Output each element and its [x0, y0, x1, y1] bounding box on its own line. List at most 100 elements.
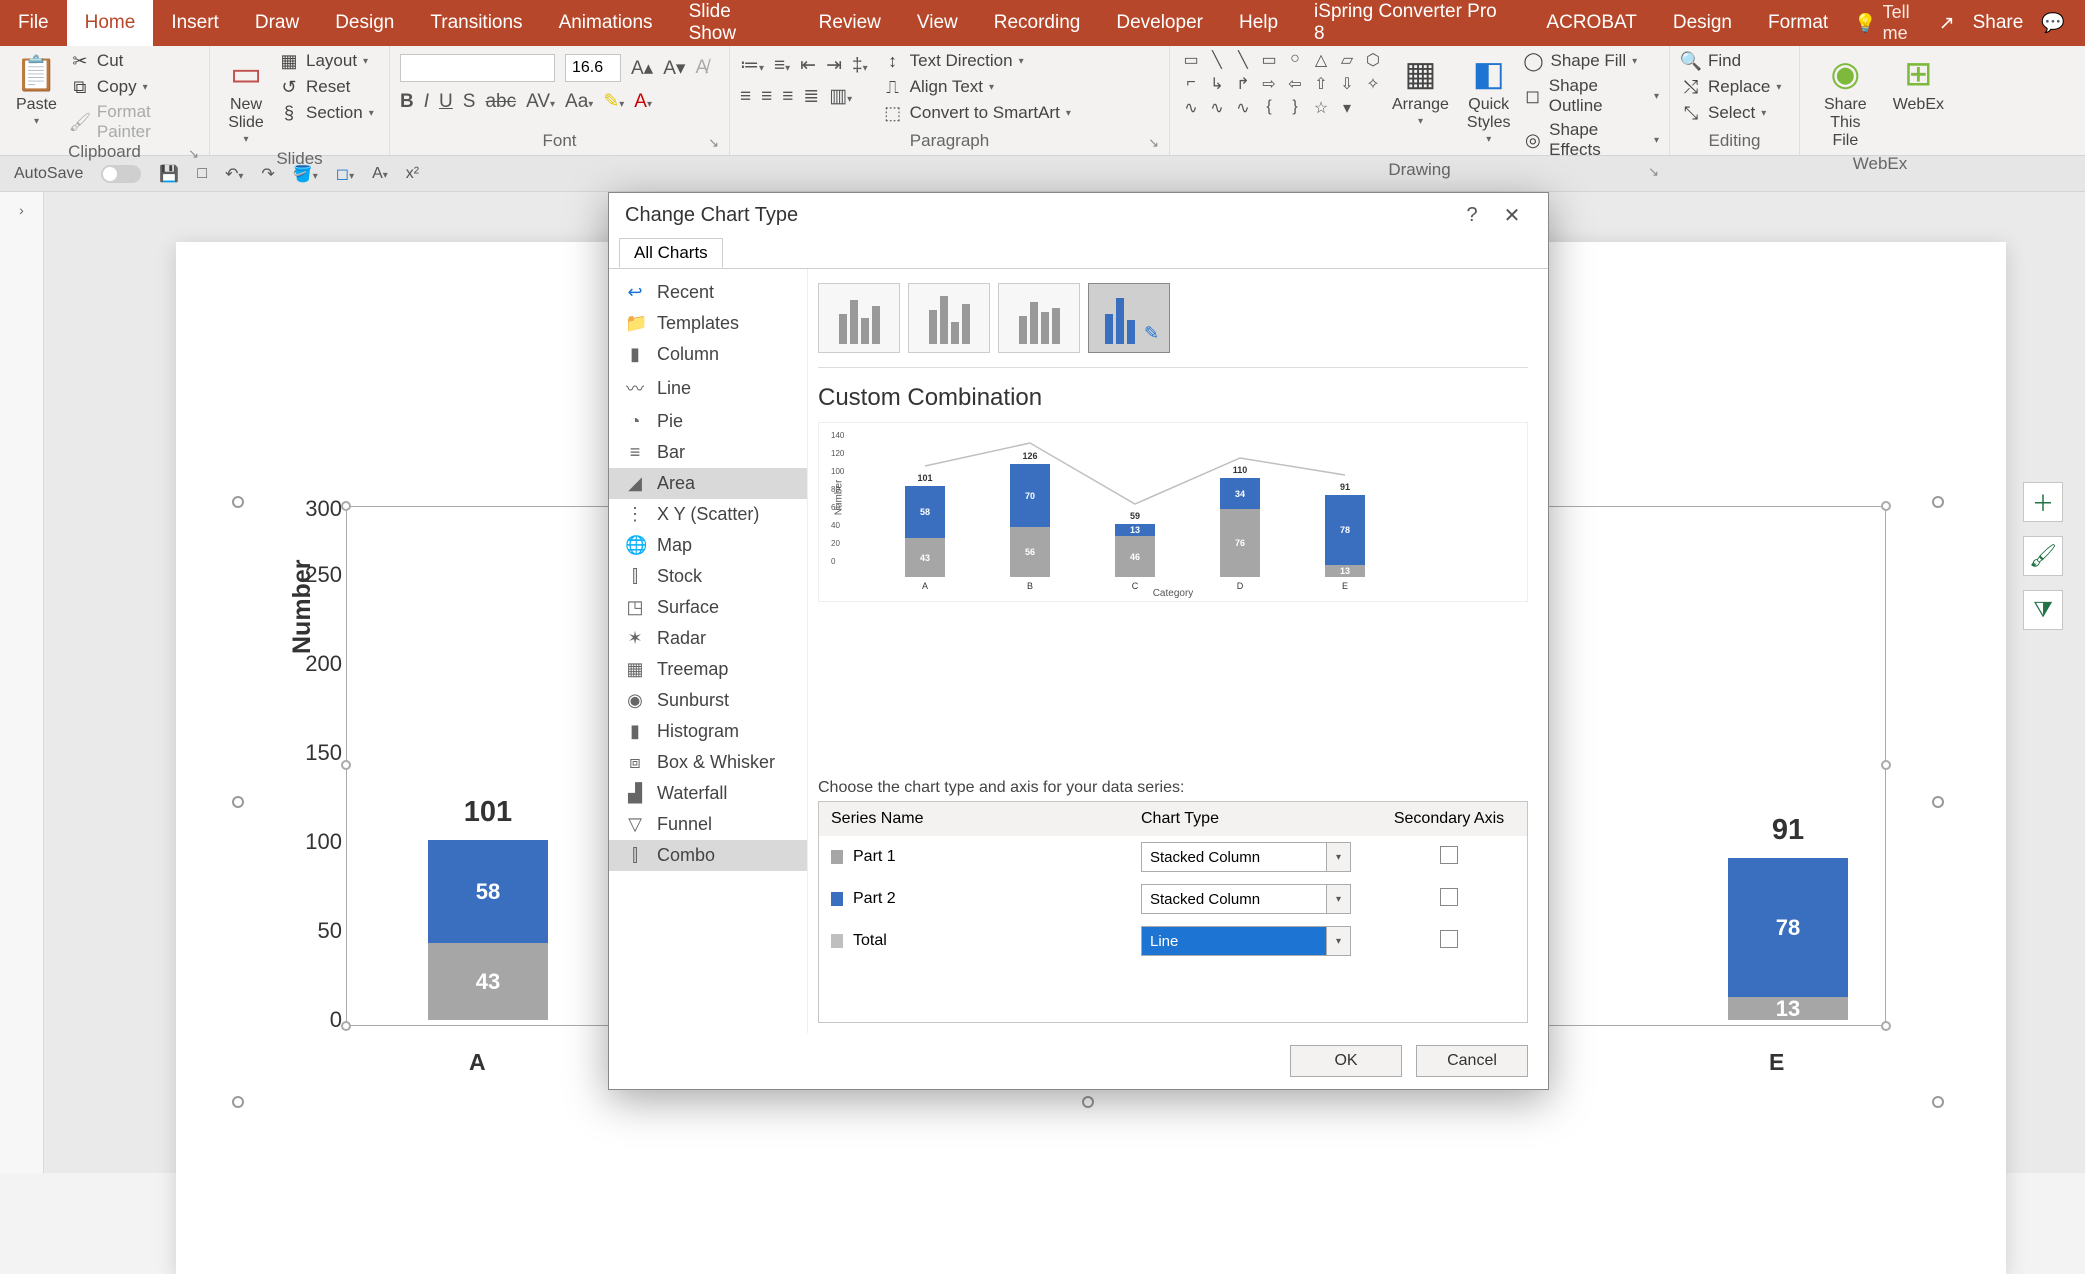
subtype-4-custom[interactable]: ✎	[1088, 283, 1170, 353]
cat-waterfall[interactable]: ▟Waterfall	[609, 778, 807, 809]
superscript-icon[interactable]: x²	[406, 165, 419, 183]
cancel-button[interactable]: Cancel	[1416, 1045, 1528, 1077]
tab-recording[interactable]: Recording	[976, 0, 1099, 46]
tab-developer[interactable]: Developer	[1098, 0, 1221, 46]
numbering-button[interactable]: ≡▾	[774, 55, 790, 77]
cat-histogram[interactable]: ▮Histogram	[609, 716, 807, 747]
new-slide-button[interactable]: ▭ New Slide▾	[220, 50, 272, 149]
quick-styles-button[interactable]: ◧Quick Styles▾	[1461, 50, 1517, 149]
series-secondary-checkbox-part1[interactable]	[1440, 846, 1458, 864]
series-secondary-checkbox-part2[interactable]	[1440, 888, 1458, 906]
tab-home[interactable]: Home	[67, 0, 154, 46]
cat-column[interactable]: ▮Column	[609, 339, 807, 370]
paste-button[interactable]: 📋 Paste▾	[10, 50, 63, 131]
share-this-file-button[interactable]: ◉Share This File	[1810, 50, 1881, 154]
font-size-input[interactable]	[565, 54, 621, 82]
plot-handle[interactable]	[341, 760, 351, 770]
cat-boxwhisker[interactable]: ⧈Box & Whisker	[609, 747, 807, 778]
format-painter-button[interactable]: 🖌Format Painter	[69, 102, 199, 142]
cat-scatter[interactable]: ⋮X Y (Scatter)	[609, 499, 807, 530]
layout-button[interactable]: ▦Layout▾	[278, 50, 374, 72]
comments-icon[interactable]: 💬	[2041, 11, 2065, 35]
shape-fill-button[interactable]: ◯Shape Fill▾	[1523, 50, 1660, 72]
shape-effects-button[interactable]: ◎Shape Effects▾	[1523, 120, 1660, 160]
line-spacing-button[interactable]: ‡▾	[852, 55, 868, 77]
resize-handle[interactable]	[232, 796, 244, 808]
tab-acrobat[interactable]: ACROBAT	[1528, 0, 1654, 46]
cat-funnel[interactable]: ▽Funnel	[609, 809, 807, 840]
series-charttype-combo-total[interactable]: Line▾	[1141, 926, 1351, 956]
plot-handle[interactable]	[1881, 501, 1891, 511]
shape-outline-button[interactable]: ◻Shape Outline▾	[1523, 76, 1660, 116]
subtype-3[interactable]	[998, 283, 1080, 353]
subtype-1[interactable]	[818, 283, 900, 353]
touch-mode-icon[interactable]: □	[197, 165, 207, 183]
chart-elements-button[interactable]: ＋	[2023, 482, 2063, 522]
cat-combo[interactable]: ⫿Combo	[609, 840, 807, 871]
share-button[interactable]: Share	[1973, 12, 2024, 34]
indent-increase-button[interactable]: ⇥	[826, 54, 842, 77]
cat-stock[interactable]: ⫿Stock	[609, 561, 807, 592]
tab-slideshow[interactable]: Slide Show	[671, 0, 801, 46]
cat-map[interactable]: 🌐Map	[609, 530, 807, 561]
cat-area[interactable]: ◢Area	[609, 468, 807, 499]
grow-font-icon[interactable]: A▴	[631, 57, 653, 80]
series-charttype-combo-part1[interactable]: Stacked Column▾	[1141, 842, 1351, 872]
clear-format-icon[interactable]: A̸	[695, 57, 708, 79]
font-name-input[interactable]	[400, 54, 555, 82]
font-color-button[interactable]: A▾	[634, 91, 652, 113]
dialog-close-button[interactable]: ✕	[1492, 203, 1532, 228]
dialog-tab-all-charts[interactable]: All Charts	[619, 238, 723, 268]
change-case-button[interactable]: Aa▾	[565, 91, 593, 113]
italic-button[interactable]: I	[424, 91, 429, 113]
section-button[interactable]: §Section▾	[278, 102, 374, 124]
align-center-button[interactable]: ≡	[761, 86, 772, 108]
resize-handle[interactable]	[232, 496, 244, 508]
tab-insert[interactable]: Insert	[153, 0, 237, 46]
series-charttype-combo-part2[interactable]: Stacked Column▾	[1141, 884, 1351, 914]
cat-recent[interactable]: ↩Recent	[609, 277, 807, 308]
shadow-button[interactable]: S	[463, 91, 476, 113]
plot-handle[interactable]	[1881, 760, 1891, 770]
thumbnails-expand-icon[interactable]: ›	[19, 202, 24, 218]
align-left-button[interactable]: ≡	[740, 86, 751, 108]
chart-styles-button[interactable]: 🖌	[2023, 536, 2063, 576]
strike-button[interactable]: abc	[485, 91, 516, 113]
chart-filters-button[interactable]: ⧩	[2023, 590, 2063, 630]
underline-button[interactable]: U	[439, 91, 453, 113]
text-direction-button[interactable]: ↕Text Direction▾	[882, 50, 1071, 72]
indent-decrease-button[interactable]: ⇤	[800, 54, 816, 77]
tab-file[interactable]: File	[0, 0, 67, 46]
bullets-button[interactable]: ≔▾	[740, 54, 764, 77]
webex-button[interactable]: ⊞WebEx	[1887, 50, 1950, 118]
tab-ispring[interactable]: iSpring Converter Pro 8	[1296, 0, 1528, 46]
resize-handle[interactable]	[232, 1096, 244, 1108]
select-button[interactable]: ⤡Select▾	[1680, 102, 1766, 124]
drawing-launcher[interactable]: ↘	[1648, 164, 1659, 180]
subtype-2[interactable]	[908, 283, 990, 353]
series-secondary-checkbox-total[interactable]	[1440, 930, 1458, 948]
highlight-button[interactable]: ✎▾	[603, 90, 624, 113]
tab-chart-format[interactable]: Format	[1750, 0, 1846, 46]
cat-surface[interactable]: ◳Surface	[609, 592, 807, 623]
tab-animations[interactable]: Animations	[541, 0, 671, 46]
cat-templates[interactable]: 📁Templates	[609, 308, 807, 339]
tab-review[interactable]: Review	[801, 0, 899, 46]
plot-handle[interactable]	[341, 501, 351, 511]
align-text-button[interactable]: ⎍Align Text▾	[882, 76, 1071, 98]
tab-design[interactable]: Design	[317, 0, 412, 46]
convert-smartart-button[interactable]: ⬚Convert to SmartArt▾	[882, 102, 1071, 124]
dialog-help-button[interactable]: ?	[1452, 204, 1492, 227]
font-launcher[interactable]: ↘	[708, 135, 719, 151]
cut-button[interactable]: ✂Cut	[69, 50, 199, 72]
autosave-toggle[interactable]	[101, 165, 141, 183]
clipboard-launcher[interactable]: ↘	[188, 146, 199, 162]
reset-button[interactable]: ↺Reset	[278, 76, 374, 98]
plot-handle[interactable]	[341, 1021, 351, 1031]
resize-handle[interactable]	[1932, 796, 1944, 808]
tell-me[interactable]: 💡Tell me	[1854, 2, 1939, 44]
resize-handle[interactable]	[1082, 1096, 1094, 1108]
char-spacing-button[interactable]: AV▾	[526, 91, 555, 113]
bold-button[interactable]: B	[400, 91, 414, 113]
copy-button[interactable]: ⧉Copy ▾	[69, 76, 199, 98]
